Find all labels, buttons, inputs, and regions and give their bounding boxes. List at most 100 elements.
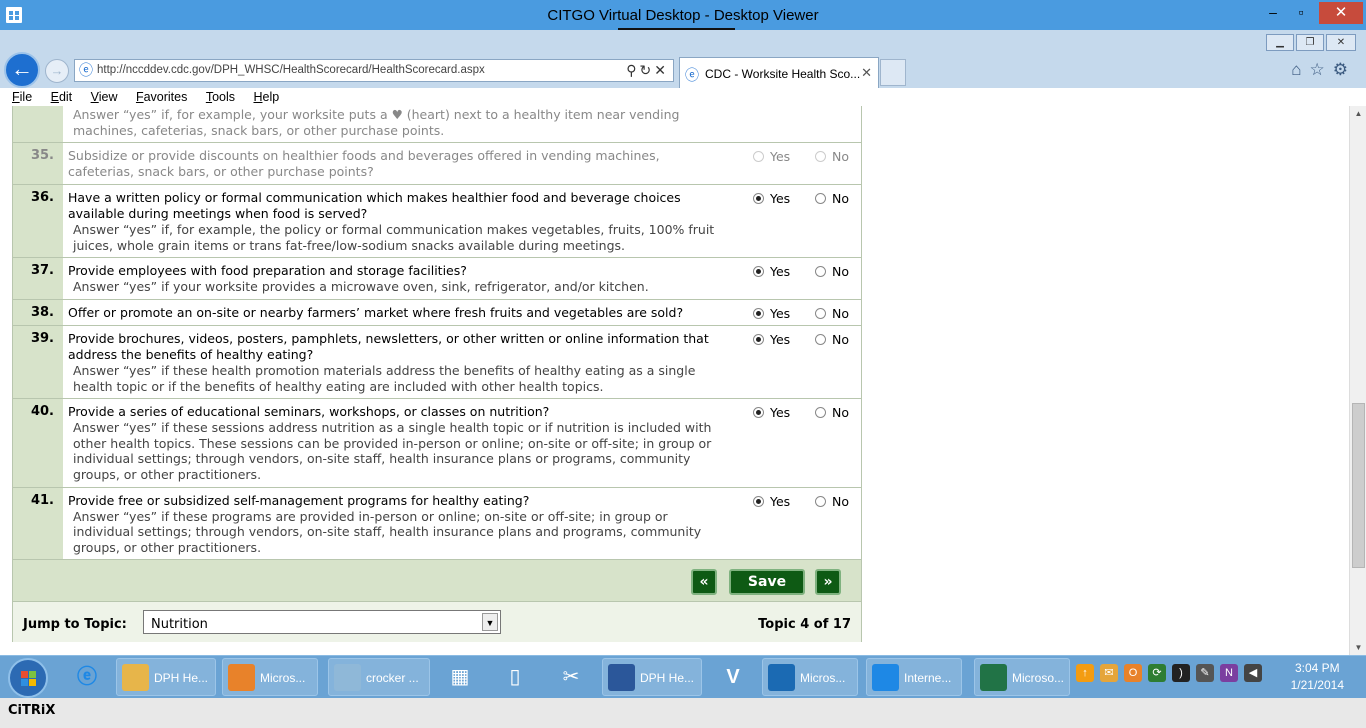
back-button[interactable]: ← (4, 52, 40, 88)
close-button[interactable]: ✕ (1319, 2, 1363, 24)
vertical-scrollbar[interactable]: ▲ ▼ (1349, 106, 1366, 655)
network-icon[interactable]: ) (1172, 664, 1190, 682)
browser-tab[interactable]: ⓔ CDC - Worksite Health Sco... ✕ (679, 57, 879, 88)
outlook-tray-icon[interactable]: O (1124, 664, 1142, 682)
no-radio[interactable] (815, 407, 826, 419)
yes-option[interactable]: Yes (753, 494, 790, 509)
ie-pinned-icon[interactable]: ⓔ (70, 660, 104, 694)
yes-option[interactable]: Yes (753, 332, 790, 347)
no-option[interactable]: No (815, 494, 849, 509)
scroll-down-icon[interactable]: ▼ (1350, 640, 1366, 655)
yes-option[interactable]: Yes (753, 306, 790, 321)
no-radio[interactable] (815, 307, 826, 319)
question-number: 34. (13, 106, 63, 143)
update-icon[interactable]: ↑ (1076, 664, 1094, 682)
calculator-icon[interactable]: ▦ (443, 660, 477, 694)
menu-help[interactable]: Help (253, 88, 279, 106)
next-topic-button[interactable]: » (815, 569, 841, 596)
save-button[interactable]: Save (729, 569, 805, 596)
menu-view[interactable]: View (91, 88, 118, 106)
stop-icon[interactable]: ✕ (654, 62, 669, 78)
no-option[interactable]: No (815, 264, 849, 279)
browser-restore-button[interactable]: ❐ (1296, 34, 1324, 51)
mail-icon[interactable]: ✉ (1100, 664, 1118, 682)
yes-radio[interactable] (753, 333, 764, 345)
new-tab-button[interactable] (880, 59, 906, 86)
favorites-star-icon[interactable]: ☆ (1310, 60, 1333, 79)
volume-icon[interactable]: ◀ (1244, 664, 1262, 682)
notepad-icon[interactable]: ▯ (498, 660, 532, 694)
home-icon[interactable]: ⌂ (1291, 60, 1309, 79)
no-option[interactable]: No (815, 191, 849, 206)
no-option[interactable]: No (815, 405, 849, 420)
no-option[interactable]: No (815, 332, 849, 347)
yes-radio[interactable] (753, 307, 764, 319)
yes-option[interactable]: Yes (753, 264, 790, 279)
page-viewport: 34.Identify healthier food and beverage … (0, 106, 1366, 655)
yes-option[interactable]: Yes (753, 106, 790, 107)
no-radio[interactable] (815, 151, 826, 163)
taskbar-button[interactable]: Micros... (222, 658, 318, 696)
no-radio[interactable] (815, 266, 826, 278)
yes-radio[interactable] (753, 495, 764, 507)
answer-options: Yes No (723, 143, 861, 184)
onenote-icon[interactable]: N (1220, 664, 1238, 682)
taskbar-button[interactable]: DPH He... (602, 658, 702, 696)
tab-close-icon[interactable]: ✕ (861, 65, 872, 81)
no-radio[interactable] (815, 333, 826, 345)
tools-icon[interactable]: ✎ (1196, 664, 1214, 682)
previous-topic-button[interactable]: « (691, 569, 717, 596)
no-option[interactable]: No (815, 106, 849, 107)
question-body: Have a written policy or formal communic… (63, 185, 723, 257)
visio-icon[interactable]: V (716, 660, 750, 694)
search-icon[interactable]: ⚲ (626, 62, 639, 78)
yes-option[interactable]: Yes (753, 405, 790, 420)
clock[interactable]: 3:04 PM 1/21/2014 (1291, 660, 1344, 694)
yes-option[interactable]: Yes (753, 149, 790, 164)
menu-file[interactable]: File (12, 88, 32, 106)
question-body: Offer or promote an on-site or nearby fa… (63, 300, 723, 325)
yes-radio[interactable] (753, 266, 764, 278)
no-radio[interactable] (815, 193, 826, 205)
taskbar-button[interactable]: DPH He... (116, 658, 216, 696)
question-text: Have a written policy or formal communic… (68, 190, 681, 222)
menu-edit[interactable]: Edit (51, 88, 73, 106)
browser-tools: ⌂☆⚙ (1291, 60, 1356, 80)
taskbar-button[interactable]: Microso... (974, 658, 1070, 696)
scroll-thumb[interactable] (1352, 403, 1365, 568)
taskbar-button[interactable]: Interne... (866, 658, 962, 696)
question-row: 39. Provide brochures, videos, posters, p… (13, 325, 861, 400)
start-button[interactable] (8, 658, 48, 698)
navigation-row: ← → ⓔ http://nccddev.cdc.gov/DPH_WHSC/He… (0, 52, 1366, 88)
taskbar-button[interactable]: Micros... (762, 658, 858, 696)
question-hint: Answer “yes” if these programs are provi… (73, 508, 702, 555)
no-radio[interactable] (815, 495, 826, 507)
refresh-icon[interactable]: ↻ (640, 62, 655, 78)
menu-tools[interactable]: Tools (206, 88, 235, 106)
no-option[interactable]: No (815, 306, 849, 321)
browser-minimize-button[interactable]: ▁ (1266, 34, 1294, 51)
chevron-down-icon[interactable]: ▼ (482, 613, 498, 632)
minimize-button[interactable]: ‒ (1258, 2, 1288, 24)
forward-button[interactable]: → (45, 59, 69, 83)
snipping-tool-icon[interactable]: ✂ (554, 660, 588, 694)
taskbar-button-label: DPH He... (154, 671, 209, 685)
no-option[interactable]: No (815, 149, 849, 164)
yes-label: Yes (770, 106, 790, 107)
yes-option[interactable]: Yes (753, 191, 790, 206)
topic-select[interactable]: Nutrition ▼ (143, 610, 501, 635)
yes-radio[interactable] (753, 193, 764, 205)
question-text: Provide a series of educational seminars… (68, 404, 550, 420)
menu-favorites[interactable]: Favorites (136, 88, 187, 106)
gear-icon[interactable]: ⚙ (1333, 60, 1356, 79)
address-url[interactable]: http://nccddev.cdc.gov/DPH_WHSC/HealthSc… (97, 64, 485, 76)
address-bar[interactable]: ⓔ http://nccddev.cdc.gov/DPH_WHSC/Health… (74, 59, 674, 82)
sync-icon[interactable]: ⟳ (1148, 664, 1166, 682)
restore-button[interactable]: ▫ (1286, 2, 1316, 24)
taskbar-button[interactable]: crocker ... (328, 658, 430, 696)
browser-close-button[interactable]: ✕ (1326, 34, 1356, 51)
yes-radio[interactable] (753, 151, 764, 163)
scroll-up-icon[interactable]: ▲ (1350, 106, 1366, 121)
citrix-title-bar: CITGO Virtual Desktop - Desktop Viewer ‒… (0, 0, 1366, 30)
yes-radio[interactable] (753, 407, 764, 419)
